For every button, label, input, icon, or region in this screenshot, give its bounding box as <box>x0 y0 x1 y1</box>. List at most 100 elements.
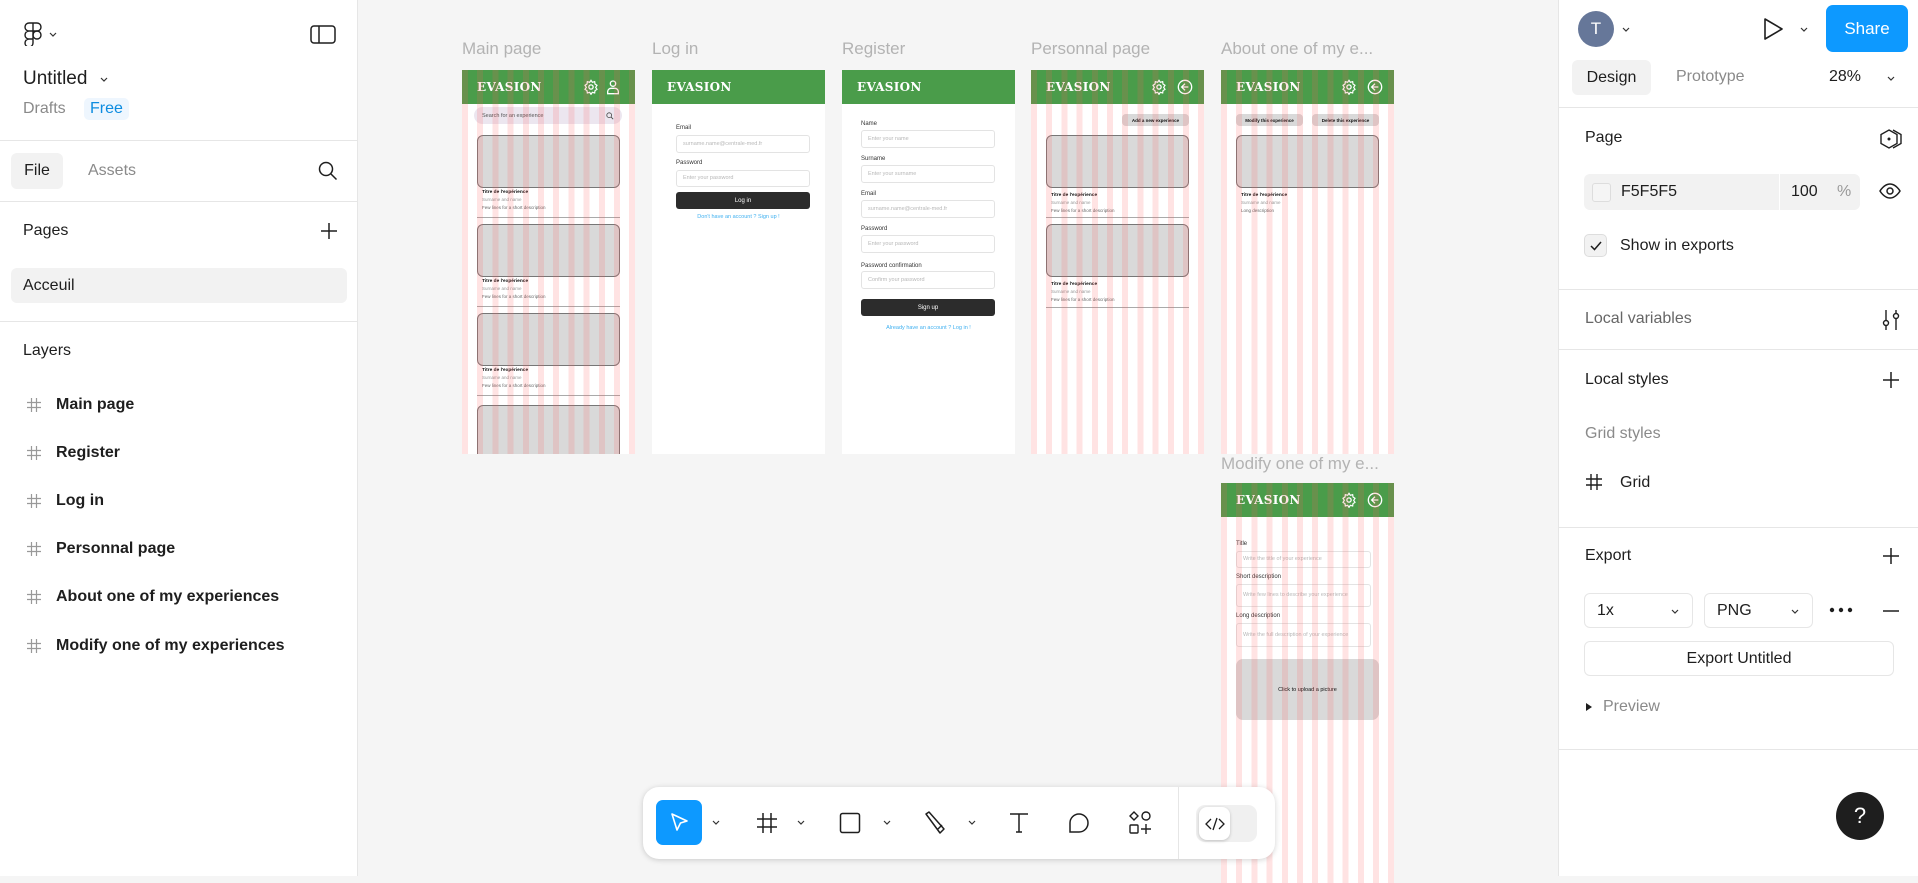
frame-main-page[interactable]: EVASION Search for an experience Titre d… <box>462 70 635 454</box>
modify-experience-button[interactable]: Modify this experience <box>1236 114 1303 126</box>
frame-label-main-page[interactable]: Main page <box>462 39 541 59</box>
page-color-field[interactable]: F5F5F5 100 % <box>1584 174 1860 210</box>
share-button[interactable]: Share <box>1826 5 1908 52</box>
layer-item-about-experience[interactable]: About one of my experiences <box>10 577 348 617</box>
frame-label-about[interactable]: About one of my e... <box>1221 39 1373 59</box>
chevron-down-icon[interactable] <box>796 817 806 827</box>
plan-badge[interactable]: Free <box>84 98 129 120</box>
drafts-link[interactable]: Drafts <box>23 100 66 118</box>
frame-about-experience[interactable]: EVASION Modify this experience Delete th… <box>1221 70 1394 454</box>
short-description-field[interactable]: Write few lines to describe your experie… <box>1236 584 1371 607</box>
show-in-exports-checkbox[interactable] <box>1584 234 1607 257</box>
password-confirmation-field[interactable]: Confirm your password <box>861 271 995 289</box>
frame-personnal-page[interactable]: EVASION Add a new experience Titre de l'… <box>1031 70 1204 454</box>
frame-register[interactable]: EVASION Name Enter your name Surname Ent… <box>842 70 1015 454</box>
layer-item-personnal-page[interactable]: Personnal page <box>10 529 348 569</box>
settings-icon <box>1342 492 1356 508</box>
avatar[interactable]: T <box>1578 11 1614 47</box>
styles-hexagon-icon[interactable] <box>1879 129 1903 149</box>
divider <box>1559 107 1918 108</box>
more-options-icon[interactable] <box>1828 606 1854 614</box>
layer-item-main-page[interactable]: Main page <box>10 385 348 425</box>
chevron-down-icon[interactable] <box>1886 73 1896 83</box>
actions-button[interactable] <box>1126 809 1154 837</box>
email-field[interactable]: surname.name@centrale-med.fr <box>861 200 995 218</box>
remove-export-icon[interactable] <box>1882 602 1900 620</box>
export-scale-select[interactable]: 1x <box>1584 593 1693 628</box>
brand-logo: EVASION <box>667 80 732 94</box>
password-field[interactable]: Enter your password <box>861 235 995 253</box>
back-arrow-icon <box>1367 79 1383 95</box>
rectangle-tool-button[interactable] <box>836 809 864 837</box>
chevron-down-icon[interactable] <box>967 817 977 827</box>
card-image[interactable] <box>477 313 620 366</box>
card-image[interactable] <box>1046 224 1189 277</box>
tab-file[interactable]: File <box>11 153 63 189</box>
frame-label-register[interactable]: Register <box>842 39 905 59</box>
export-button[interactable]: Export Untitled <box>1584 641 1894 676</box>
tab-assets[interactable]: Assets <box>88 162 136 180</box>
page-opacity[interactable]: 100 <box>1791 183 1818 201</box>
log-in-link[interactable]: Already have an account ? Log in ! <box>842 325 1015 331</box>
page-color-hex[interactable]: F5F5F5 <box>1621 183 1677 201</box>
add-export-icon[interactable] <box>1882 547 1900 565</box>
upload-picture-area[interactable]: Click to upload a picture <box>1236 659 1379 720</box>
add-experience-button[interactable]: Add a new experience <box>1122 114 1189 126</box>
search-bar[interactable]: Search for an experience <box>474 107 622 124</box>
toggle-sidebar-icon[interactable] <box>310 25 336 45</box>
email-field[interactable]: surname.name@centrale-med.fr <box>676 135 810 153</box>
layer-item-register[interactable]: Register <box>10 433 348 473</box>
main-menu-button[interactable] <box>24 22 58 46</box>
pen-tool-button[interactable] <box>922 809 950 837</box>
frame-log-in[interactable]: EVASION Email surname.name@centrale-med.… <box>652 70 825 454</box>
color-swatch[interactable] <box>1592 183 1611 202</box>
chevron-down-icon[interactable] <box>711 817 721 827</box>
sign-up-button[interactable]: Sign up <box>861 299 995 316</box>
zoom-level[interactable]: 28% <box>1829 68 1861 86</box>
card-image[interactable] <box>477 135 620 188</box>
export-format-select[interactable]: PNG <box>1704 593 1813 628</box>
add-page-icon[interactable] <box>320 222 338 240</box>
chevron-down-icon[interactable] <box>1621 24 1631 34</box>
card-image[interactable] <box>477 405 620 454</box>
frame-label-log-in[interactable]: Log in <box>652 39 698 59</box>
delete-experience-button[interactable]: Delete this experience <box>1312 114 1379 126</box>
dev-mode-toggle[interactable] <box>1196 805 1257 842</box>
present-play-icon[interactable] <box>1761 16 1785 42</box>
title-field[interactable]: Write the title of your experience <box>1236 551 1371 568</box>
page-item-acceuil[interactable]: Acceuil <box>11 268 347 303</box>
local-variables[interactable]: Local variables <box>1585 310 1692 328</box>
card-description: Few lines for a short description <box>482 383 546 388</box>
long-description-field[interactable]: Write the full description of your exper… <box>1236 623 1371 647</box>
tab-prototype[interactable]: Prototype <box>1676 68 1744 86</box>
chevron-down-icon[interactable] <box>1799 24 1809 34</box>
move-tool-button[interactable] <box>656 800 702 845</box>
layer-item-modify-experience[interactable]: Modify one of my experiences <box>10 626 348 666</box>
comment-tool-button[interactable] <box>1065 809 1093 837</box>
frame-label-modify[interactable]: Modify one of my e... <box>1221 454 1379 474</box>
back-arrow-icon <box>1367 492 1383 508</box>
search-icon[interactable] <box>318 161 338 181</box>
surname-field[interactable]: Enter your surname <box>861 165 995 183</box>
eye-icon[interactable] <box>1879 183 1901 199</box>
variables-sliders-icon[interactable] <box>1881 308 1901 332</box>
sign-up-link[interactable]: Don't have an account ? Sign up ! <box>652 214 825 220</box>
chevron-down-icon[interactable] <box>882 817 892 827</box>
text-tool-button[interactable] <box>1005 809 1033 837</box>
grid-style-item[interactable]: Grid <box>1620 474 1650 492</box>
card-image[interactable] <box>1046 135 1189 188</box>
frame-label-personnal-page[interactable]: Personnal page <box>1031 39 1150 59</box>
help-button[interactable]: ? <box>1836 792 1884 840</box>
log-in-button[interactable]: Log in <box>676 192 810 209</box>
email-label: Email <box>676 125 692 131</box>
file-name-menu[interactable]: Untitled <box>23 68 109 90</box>
password-field[interactable]: Enter your password <box>676 170 810 187</box>
preview-toggle[interactable]: Preview <box>1585 698 1660 716</box>
card-description: Long description <box>1241 208 1275 213</box>
frame-tool-button[interactable] <box>753 809 781 837</box>
name-field[interactable]: Enter your name <box>861 130 995 148</box>
layer-item-log-in[interactable]: Log in <box>10 481 348 521</box>
card-image[interactable] <box>477 224 620 277</box>
tab-design[interactable]: Design <box>1572 60 1651 95</box>
add-style-icon[interactable] <box>1882 371 1900 389</box>
